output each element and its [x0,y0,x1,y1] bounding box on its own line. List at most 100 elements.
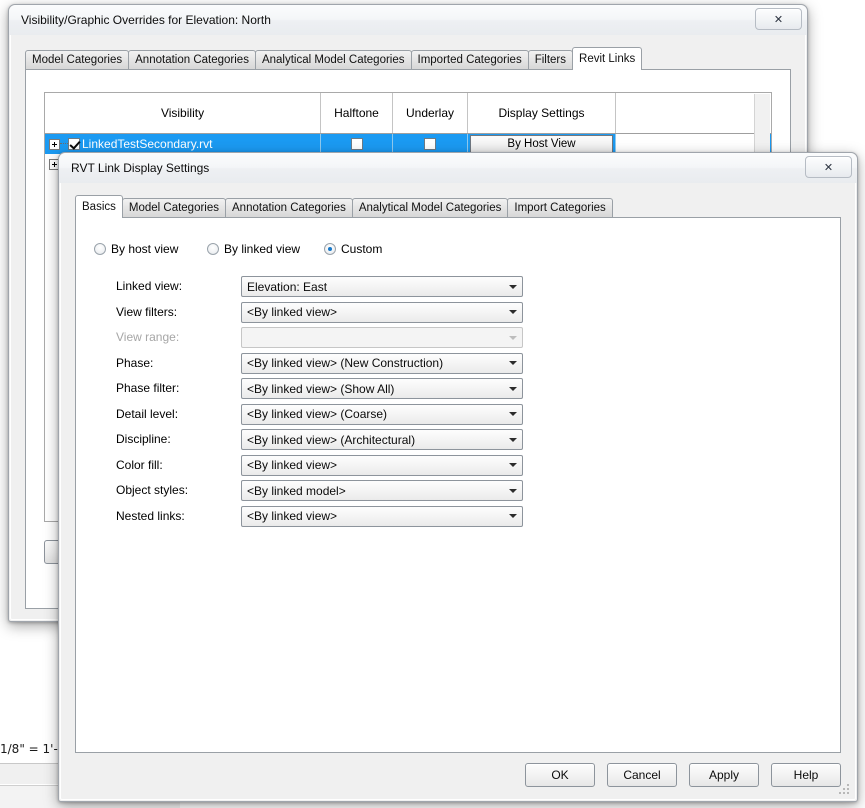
visibility-checkbox[interactable] [68,138,80,150]
display-settings-button[interactable]: By Host View [470,134,613,154]
tab-label: Basics [82,201,116,213]
grid-column-header[interactable]: Halftone [321,93,393,133]
combo-object-styles[interactable]: <By linked model> [241,480,523,501]
combo-value: <By linked view> [247,509,338,523]
radio-indicator-icon[interactable] [207,243,219,255]
chevron-down-icon[interactable] [504,328,522,347]
field-row: Detail level: <By linked view> (Coarse) [76,403,840,425]
chevron-down-icon[interactable] [504,430,522,449]
grid-column-header[interactable]: Visibility [45,93,321,133]
combo-value: <By linked view> [247,305,338,319]
label-color-fill: Color fill: [116,457,163,472]
chevron-down-icon[interactable] [504,405,522,424]
field-row: Phase: <By linked view> (New Construction… [76,352,840,374]
expand-icon[interactable] [49,138,60,150]
field-row: Discipline: <By linked view> (Architectur… [76,429,840,450]
halftone-checkbox[interactable] [350,138,363,150]
ok-button[interactable]: OK [525,763,595,787]
combo-value: <By linked model> [247,483,346,498]
outer-dialog-titlebar[interactable]: Visibility/Graphic Overrides for Elevati… [9,5,807,35]
combo-discipline[interactable]: <By linked view> (Architectural) [241,429,523,450]
chevron-down-icon[interactable] [504,354,522,373]
radio-label: By host view [111,242,179,256]
tab-filters[interactable]: Filters [527,50,574,69]
chevron-down-icon[interactable] [504,456,522,475]
tab-analytical-model-categories[interactable]: Analytical Model Categories [351,198,509,217]
label-discipline: Discipline: [116,432,171,446]
tab-label: Model Categories [32,54,123,66]
close-icon: ✕ [773,12,784,26]
inner-dialog-body: Basics Model Categories Annotation Categor… [61,183,855,799]
field-row: Linked view: Elevation: East [76,276,840,297]
inner-close-button[interactable]: ✕ [805,156,852,178]
field-row: Color fill: <By linked view> [76,454,840,476]
tab-imported-categories[interactable]: Imported Categories [410,50,529,69]
field-row: Nested links: <By linked view> [76,505,840,527]
apply-button[interactable]: Apply [689,763,759,787]
combo-nested-links[interactable]: <By linked view> [241,505,523,527]
underlay-checkbox[interactable] [424,138,436,150]
grid-header-row: Visibility Halftone Underlay Display Settin… [45,93,771,134]
combo-value: <By linked view> (New Construction) [247,356,444,370]
tab-annotation-categories[interactable]: Annotation Categories [225,198,353,217]
tab-basics[interactable]: Basics [75,195,123,218]
radio-custom[interactable]: Custom [324,242,382,256]
table-row[interactable]: LinkedTestSecondary.rvt By Host View [45,134,771,154]
tab-label: Imported Categories [417,54,522,66]
radio-indicator-icon[interactable] [94,243,106,255]
tab-label: Analytical Model Categories [261,54,405,66]
link-name: LinkedTestSecondary.rvt [82,137,213,151]
grid-column-header[interactable]: Underlay [393,93,468,133]
cancel-button[interactable]: Cancel [607,763,677,787]
tab-model-categories[interactable]: Model Categories [25,50,130,69]
radio-label: Custom [341,242,383,256]
cell-visibility[interactable]: LinkedTestSecondary.rvt [45,134,321,154]
label-detail-level: Detail level: [116,406,179,421]
help-button[interactable]: Help [771,763,841,787]
rvt-link-display-settings-dialog: RVT Link Display Settings ✕ Basics Model … [58,152,858,802]
combo-value: <By linked view> (Architectural) [247,432,416,447]
tab-label: Annotation Categories [232,202,346,214]
chevron-down-icon[interactable] [504,507,522,526]
combo-value: <By linked view> (Show All) [247,381,395,396]
inner-tab-strip: Basics Model Categories Annotation Categor… [75,195,841,218]
inner-dialog-titlebar[interactable]: RVT Link Display Settings ✕ [59,153,857,183]
tab-analytical-model-categories[interactable]: Analytical Model Categories [254,50,412,69]
cell-halftone[interactable] [321,134,393,154]
tree-connector-icon [60,143,68,145]
field-row: Object styles: <By linked model> [76,480,840,501]
outer-dialog-title: Visibility/Graphic Overrides for Elevati… [21,13,271,27]
tab-model-categories[interactable]: Model Categories [121,198,227,217]
combo-value: <By linked view> (Coarse) [247,407,388,421]
tab-annotation-categories[interactable]: Annotation Categories [128,50,256,69]
chevron-down-icon[interactable] [504,277,522,296]
combo-phase-filter[interactable]: <By linked view> (Show All) [241,378,523,399]
label-phase: Phase: [116,355,154,370]
radio-by-linked-view[interactable]: By linked view [207,242,300,256]
view-source-radio-group: By host view By linked view Custom [94,240,434,258]
combo-view-filters[interactable]: <By linked view> [241,301,523,323]
tab-revit-links[interactable]: Revit Links [572,47,643,70]
outer-close-button[interactable]: ✕ [755,8,802,30]
radio-indicator-icon[interactable] [324,243,336,255]
chevron-down-icon[interactable] [504,481,522,500]
cell-display-settings[interactable]: By Host View [468,134,616,154]
inner-dialog-title: RVT Link Display Settings [71,161,210,175]
resize-grip[interactable] [839,784,851,796]
close-icon: ✕ [823,160,834,174]
combo-color-fill[interactable]: <By linked view> [241,454,523,476]
grid-column-header[interactable]: Display Settings [468,93,616,133]
label-linked-view: Linked view: [116,279,183,293]
combo-phase[interactable]: <By linked view> (New Construction) [241,352,523,374]
screen-root: 1/8" = 1'-0" Visibility/Graphic Override… [0,0,865,808]
tab-label: Analytical Model Categories [358,202,502,214]
tab-import-categories[interactable]: Import Categories [507,198,613,217]
radio-by-host-view[interactable]: By host view [94,242,178,256]
chevron-down-icon[interactable] [504,379,522,398]
combo-linked-view[interactable]: Elevation: East [241,276,523,297]
grid-column-header[interactable] [616,93,766,133]
tab-label: Annotation Categories [135,54,249,66]
chevron-down-icon[interactable] [504,303,522,322]
combo-detail-level[interactable]: <By linked view> (Coarse) [241,403,523,425]
cell-underlay[interactable] [393,134,468,154]
